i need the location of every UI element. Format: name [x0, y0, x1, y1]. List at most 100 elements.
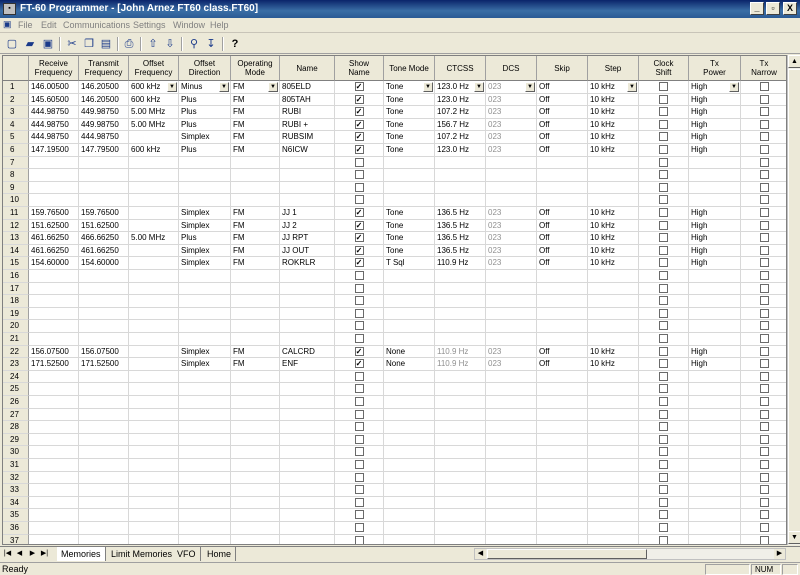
cell-row-number[interactable]: 21: [3, 333, 29, 346]
cell-ctcss[interactable]: [435, 446, 486, 459]
cell-offset-frequency[interactable]: [129, 370, 179, 384]
cell-clock-shift[interactable]: [639, 118, 689, 132]
cell-clock-shift[interactable]: [639, 295, 689, 308]
cell-skip[interactable]: [537, 307, 588, 321]
cell-operating-mode[interactable]: [231, 282, 280, 296]
cell-row-number[interactable]: 4: [3, 118, 29, 132]
cell-step[interactable]: 10 kHz: [588, 358, 639, 371]
cell-operating-mode[interactable]: FM: [231, 345, 280, 359]
cell-ctcss[interactable]: [435, 522, 486, 535]
clock-shift-checkbox[interactable]: [659, 447, 668, 457]
cell-transmit-frequency[interactable]: [79, 181, 129, 195]
clock-shift-checkbox[interactable]: [659, 397, 668, 406]
show-name-checkbox[interactable]: [354, 296, 364, 306]
cell-offset-direction[interactable]: [179, 181, 231, 195]
show-name-checkbox[interactable]: ✓: [354, 359, 364, 369]
dropdown-arrow-icon[interactable]: ▼: [423, 82, 433, 92]
cell-row-number[interactable]: 16: [3, 270, 29, 283]
cell-dcs[interactable]: [486, 534, 537, 544]
cell-tx-power[interactable]: [689, 307, 741, 321]
clock-shift-checkbox[interactable]: [659, 497, 668, 507]
cell-tone-mode[interactable]: [384, 156, 435, 170]
cell-show-name[interactable]: [335, 471, 384, 485]
tx-narrow-checkbox[interactable]: [759, 485, 769, 495]
cell-ctcss[interactable]: [435, 534, 486, 544]
cell-offset-direction[interactable]: [179, 333, 231, 346]
cell-tx-narrow[interactable]: [741, 509, 786, 522]
cell-tx-narrow[interactable]: [741, 283, 786, 296]
cell-tx-power[interactable]: [689, 433, 741, 447]
cell-show-name[interactable]: [335, 396, 384, 409]
cell-ctcss[interactable]: [435, 156, 486, 170]
cell-name[interactable]: [280, 333, 335, 346]
cell-offset-frequency[interactable]: [129, 522, 179, 535]
cell-tx-narrow[interactable]: [741, 320, 786, 333]
cell-operating-mode[interactable]: [231, 421, 280, 434]
cell-clock-shift[interactable]: [639, 496, 689, 510]
cell-transmit-frequency[interactable]: [79, 333, 129, 346]
table-row[interactable]: 30: [3, 446, 786, 459]
cell-tx-power[interactable]: High: [689, 257, 741, 270]
show-name-checkbox[interactable]: ✓: [354, 346, 364, 356]
cell-ctcss[interactable]: [435, 320, 486, 333]
clock-shift-checkbox[interactable]: [659, 271, 668, 280]
cell-operating-mode[interactable]: FM: [231, 131, 280, 144]
cell-tone-mode[interactable]: Tone: [384, 232, 435, 245]
cell-show-name[interactable]: ✓: [335, 106, 384, 119]
column-header-offset-direction[interactable]: Offset Direction: [179, 56, 231, 81]
cell-skip[interactable]: [537, 446, 588, 459]
cell-tone-mode[interactable]: [384, 194, 435, 207]
horizontal-scroll-thumb[interactable]: [487, 549, 647, 559]
first-tab-icon[interactable]: |◀: [3, 549, 12, 559]
cell-dcs[interactable]: 023: [486, 232, 537, 245]
clock-shift-checkbox[interactable]: [659, 245, 668, 255]
tx-narrow-checkbox[interactable]: [759, 195, 769, 205]
cell-operating-mode[interactable]: [231, 459, 280, 472]
cell-tone-mode[interactable]: [384, 383, 435, 396]
cell-offset-direction[interactable]: [179, 156, 231, 170]
cell-offset-direction[interactable]: [179, 307, 231, 321]
tx-narrow-checkbox[interactable]: [759, 359, 769, 369]
cell-name[interactable]: [280, 194, 335, 207]
column-header-step[interactable]: Step: [588, 56, 639, 81]
cell-offset-direction[interactable]: [179, 169, 231, 182]
tx-narrow-checkbox[interactable]: [759, 283, 769, 293]
cell-row-number[interactable]: 25: [3, 383, 29, 396]
table-row[interactable]: 5 444.98750 444.98750 Simplex FM RUBSIM ✓ Tone 1…: [3, 131, 786, 144]
cell-step[interactable]: [588, 484, 639, 497]
cell-offset-frequency[interactable]: [129, 383, 179, 396]
tx-narrow-checkbox[interactable]: [759, 397, 769, 406]
show-name-checkbox[interactable]: [354, 397, 364, 406]
cell-step[interactable]: [588, 282, 639, 296]
cell-offset-direction[interactable]: [179, 509, 231, 522]
cell-offset-direction[interactable]: [179, 282, 231, 296]
cell-operating-mode[interactable]: [231, 320, 280, 333]
cell-show-name[interactable]: ✓: [335, 219, 384, 233]
tx-narrow-checkbox[interactable]: [759, 208, 769, 217]
cell-skip[interactable]: Off: [537, 358, 588, 371]
cell-row-number[interactable]: 6: [3, 144, 29, 157]
cell-tx-narrow[interactable]: [741, 270, 786, 283]
cell-transmit-frequency[interactable]: [79, 270, 129, 283]
cell-tx-power[interactable]: [689, 383, 741, 396]
cell-tx-power[interactable]: High: [689, 131, 741, 144]
table-row[interactable]: 23 171.52500 171.52500 Simplex FM ENF ✓ None 110…: [3, 358, 786, 371]
cell-operating-mode[interactable]: FM: [231, 118, 280, 132]
cell-step[interactable]: [588, 169, 639, 182]
cell-tx-narrow[interactable]: [741, 144, 786, 157]
cell-tx-power[interactable]: High: [689, 106, 741, 119]
cell-skip[interactable]: [537, 459, 588, 472]
cell-row-number[interactable]: 37: [3, 534, 29, 544]
cell-dcs[interactable]: [486, 156, 537, 170]
tx-narrow-checkbox[interactable]: [759, 334, 769, 343]
cell-receive-frequency[interactable]: [29, 282, 79, 296]
cell-row-number[interactable]: 28: [3, 421, 29, 434]
cell-offset-frequency[interactable]: [129, 509, 179, 522]
cell-receive-frequency[interactable]: [29, 320, 79, 333]
cell-row-number[interactable]: 10: [3, 194, 29, 207]
cell-row-number[interactable]: 19: [3, 307, 29, 321]
cell-offset-direction[interactable]: Plus: [179, 144, 231, 157]
cell-transmit-frequency[interactable]: 171.52500: [79, 358, 129, 371]
cell-tx-power[interactable]: [689, 181, 741, 195]
print-icon[interactable]: ⎙: [121, 36, 137, 52]
